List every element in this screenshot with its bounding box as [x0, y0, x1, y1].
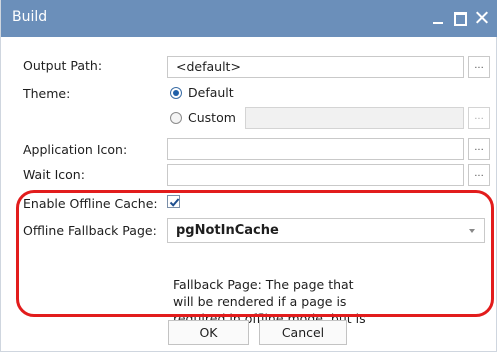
offline-fallback-page-select[interactable]: pgNotInCache	[167, 218, 485, 243]
ok-button[interactable]: OK	[168, 320, 249, 345]
output-path-browse-button[interactable]: ...	[468, 56, 490, 78]
checkmark-icon	[169, 198, 180, 207]
application-icon-input[interactable]	[167, 138, 464, 160]
enable-offline-cache-checkbox[interactable]	[167, 195, 180, 208]
theme-default-radio[interactable]	[170, 87, 182, 99]
chevron-down-icon	[469, 229, 475, 233]
wait-icon-input[interactable]	[167, 164, 464, 186]
enable-offline-cache-label: Enable Offline Cache:	[23, 196, 158, 211]
theme-label: Theme:	[23, 86, 71, 101]
wait-icon-browse-button[interactable]: ...	[468, 164, 490, 186]
maximize-icon[interactable]	[450, 8, 470, 28]
application-icon-label: Application Icon:	[23, 142, 128, 157]
theme-default-label[interactable]: Default	[188, 85, 234, 100]
application-icon-browse-button[interactable]: ...	[468, 138, 490, 160]
theme-custom-radio[interactable]	[170, 112, 182, 124]
theme-custom-browse-button[interactable]: ...	[468, 107, 490, 129]
build-dialog: Build Output Path: <default> ... Theme: …	[0, 0, 497, 352]
offline-fallback-page-value: pgNotInCache	[176, 223, 279, 238]
title-bar[interactable]: Build	[1, 0, 497, 37]
window-controls	[426, 7, 492, 29]
minimize-icon[interactable]	[428, 8, 448, 28]
theme-custom-input[interactable]	[245, 107, 464, 129]
theme-custom-label[interactable]: Custom	[188, 110, 236, 125]
output-path-label: Output Path:	[23, 58, 103, 73]
dialog-title: Build	[12, 9, 48, 25]
output-path-input[interactable]: <default>	[167, 56, 464, 78]
wait-icon-label: Wait Icon:	[23, 167, 85, 182]
close-icon[interactable]	[472, 8, 492, 28]
cancel-button[interactable]: Cancel	[259, 320, 347, 345]
offline-fallback-page-label: Offline Fallback Page:	[23, 223, 157, 238]
